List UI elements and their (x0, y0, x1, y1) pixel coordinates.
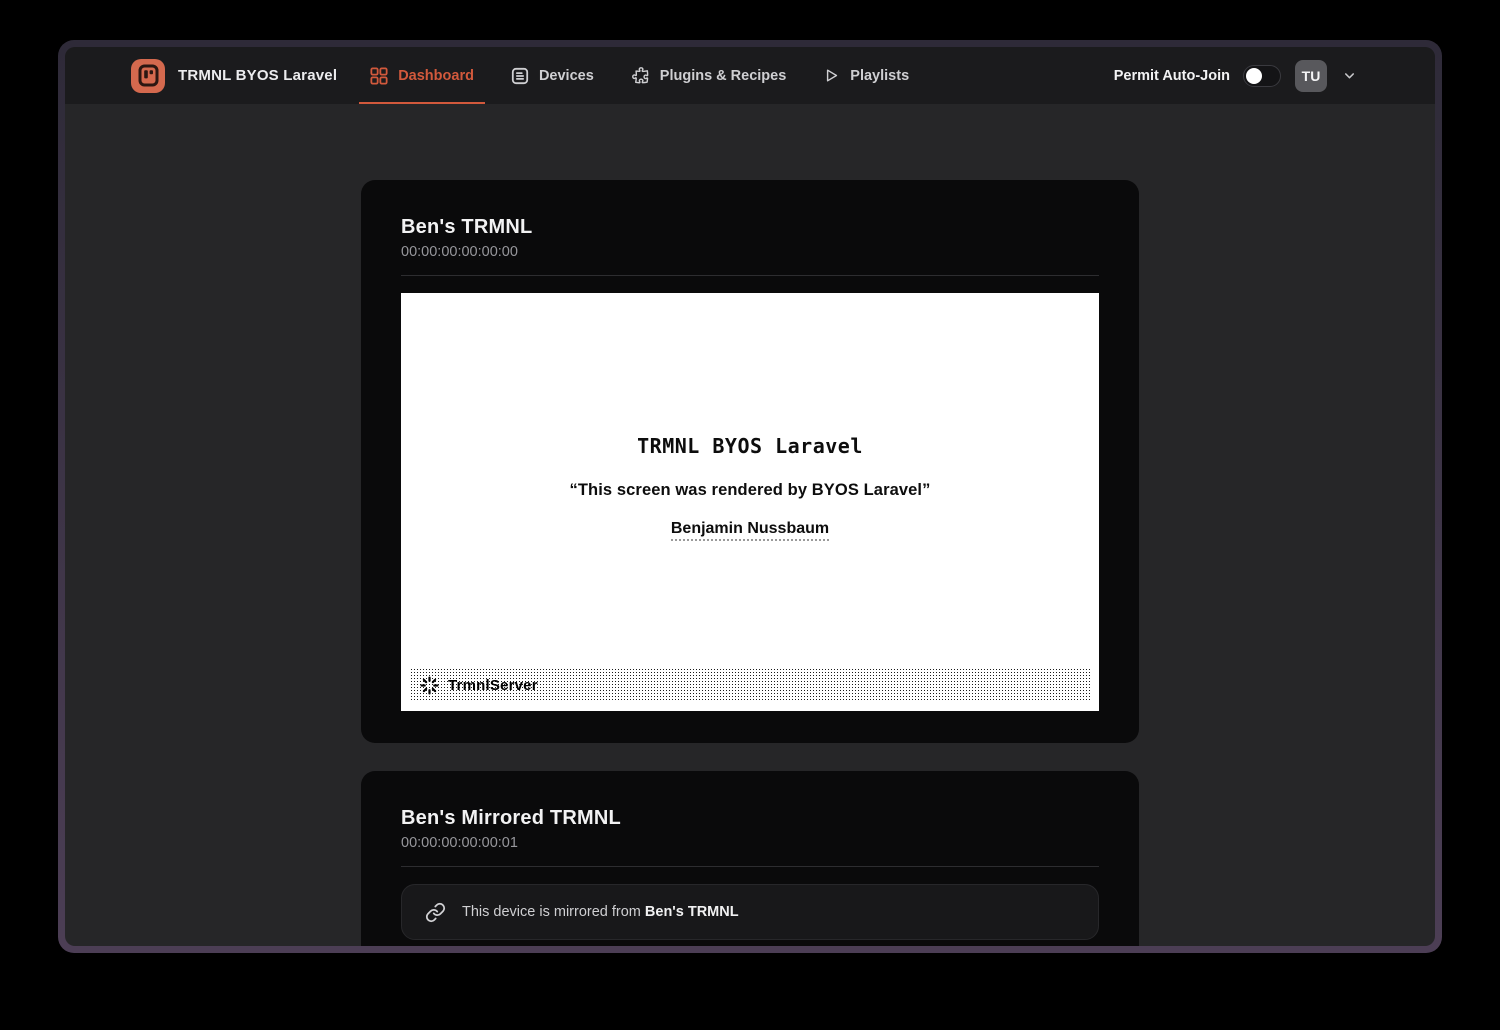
tab-playlists[interactable]: Playlists (812, 47, 920, 104)
device-card-bens-trmnl: Ben's TRMNL 00:00:00:00:00:00 TRMNL BYOS… (361, 180, 1139, 743)
dashboard-content: Ben's TRMNL 00:00:00:00:00:00 TRMNL BYOS… (65, 104, 1435, 946)
screen-statusbar: TrmnlServer (410, 668, 1090, 702)
screen-subtitle: “This screen was rendered by BYOS Larave… (570, 481, 931, 500)
statusbar-label: TrmnlServer (448, 677, 538, 694)
tab-playlists-label: Playlists (850, 68, 909, 84)
device-card-bens-mirrored-trmnl: Ben's Mirrored TRMNL 00:00:00:00:00:01 T… (361, 771, 1139, 946)
tab-dashboard-label: Dashboard (398, 68, 474, 84)
device-mac-address: 00:00:00:00:00:01 (401, 835, 1099, 851)
user-menu-button[interactable] (1342, 68, 1357, 83)
tab-devices-label: Devices (539, 68, 594, 84)
screen-author: Benjamin Nussbaum (671, 520, 829, 541)
play-icon (823, 67, 840, 84)
device-list-icon (511, 67, 529, 85)
card-divider (401, 866, 1099, 867)
device-mac-address: 00:00:00:00:00:00 (401, 244, 1099, 260)
tab-devices[interactable]: Devices (500, 47, 605, 104)
tab-plugins-recipes-label: Plugins & Recipes (660, 68, 787, 84)
app-window-inner: TRMNL BYOS Laravel Dashboard (65, 47, 1435, 946)
screen-title: TRMNL BYOS Laravel (637, 434, 863, 458)
tab-plugins-recipes[interactable]: Plugins & Recipes (620, 47, 798, 104)
navbar-right-group: Permit Auto-Join TU (1114, 47, 1357, 104)
device-name: Ben's TRMNL (401, 216, 1099, 239)
primary-nav: Dashboard Devices (359, 47, 935, 104)
permit-auto-join-label: Permit Auto-Join (1114, 68, 1230, 84)
user-avatar[interactable]: TU (1295, 60, 1327, 92)
mirror-source-device: Ben's TRMNL (645, 904, 739, 920)
mirror-notice-prefix: This device is mirrored from (462, 904, 645, 920)
dashboard-grid-icon (370, 67, 388, 85)
toggle-knob (1246, 68, 1262, 84)
brand-home-link[interactable]: TRMNL BYOS Laravel (131, 47, 337, 104)
brand-name: TRMNL BYOS Laravel (178, 67, 337, 84)
top-navbar: TRMNL BYOS Laravel Dashboard (65, 47, 1435, 104)
card-divider (401, 275, 1099, 276)
eink-screen-preview: TRMNL BYOS Laravel “This screen was rend… (401, 293, 1099, 711)
tab-dashboard[interactable]: Dashboard (359, 47, 485, 104)
trmnl-logo-icon (131, 59, 165, 93)
device-name: Ben's Mirrored TRMNL (401, 807, 1099, 830)
mirror-notice-text: This device is mirrored from Ben's TRMNL (462, 904, 739, 920)
puzzle-piece-icon (631, 66, 650, 85)
mirror-notice: This device is mirrored from Ben's TRMNL (401, 884, 1099, 940)
chevron-down-icon (1342, 68, 1357, 83)
permit-auto-join-toggle[interactable] (1243, 65, 1281, 87)
spinner-icon (420, 676, 439, 695)
link-icon (425, 902, 446, 923)
app-window: TRMNL BYOS Laravel Dashboard (58, 40, 1442, 953)
